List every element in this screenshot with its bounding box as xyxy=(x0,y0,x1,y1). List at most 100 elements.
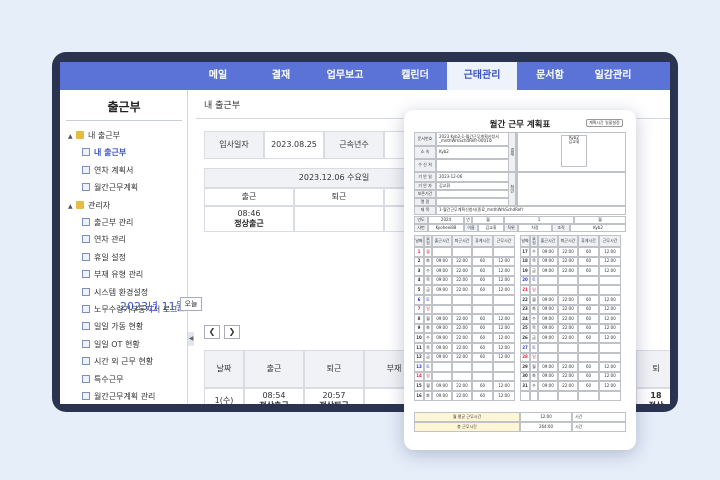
doc-rest[interactable]: 60 xyxy=(578,314,599,324)
expand-arrow-icon[interactable]: ▲ xyxy=(68,133,76,140)
doc-rest[interactable]: 60 xyxy=(578,295,599,305)
doc-rest[interactable]: 60 xyxy=(578,266,599,276)
doc-start[interactable]: 09:00 xyxy=(432,333,452,343)
sidebar-item-12[interactable]: 일일 OT 현황 xyxy=(82,339,140,350)
sidebar-collapse-button[interactable]: ◀ xyxy=(188,332,194,346)
doc-rest[interactable]: 60 xyxy=(578,247,599,257)
doc-end[interactable]: 22:00 xyxy=(452,343,472,353)
doc-start[interactable]: 09:00 xyxy=(538,247,558,257)
doc-rest[interactable]: 60 xyxy=(472,275,493,286)
doc-end[interactable]: 22:00 xyxy=(558,266,578,276)
doc-rest[interactable]: 60 xyxy=(472,352,493,363)
doc-rest[interactable]: 60 xyxy=(472,333,493,343)
doc-rest[interactable]: 60 xyxy=(578,371,599,382)
doc-rest[interactable]: 60 xyxy=(578,256,599,267)
doc-start[interactable]: 09:00 xyxy=(432,266,452,276)
doc-rest[interactable]: 60 xyxy=(472,343,493,353)
doc-end[interactable]: 22:00 xyxy=(558,333,578,343)
doc-start[interactable]: 09:00 xyxy=(538,295,558,305)
doc-end[interactable]: 22:00 xyxy=(452,333,472,343)
sidebar-item-14[interactable]: 특수근무 xyxy=(82,374,123,385)
nav-item-5[interactable]: 문서함 xyxy=(517,62,583,90)
doc-end[interactable]: 22:00 xyxy=(452,266,472,276)
doc-start[interactable]: 09:00 xyxy=(538,314,558,324)
today-button[interactable]: 오늘 xyxy=(180,297,202,311)
doc-end[interactable]: 22:00 xyxy=(558,304,578,315)
nav-item-3[interactable]: 캘린더 xyxy=(380,62,450,90)
doc-start[interactable]: 09:00 xyxy=(538,323,558,334)
sidebar-item-2[interactable]: 연차 계획서 xyxy=(82,165,133,176)
doc-rest[interactable]: 60 xyxy=(472,285,493,295)
doc-end[interactable]: 22:00 xyxy=(558,314,578,324)
doc-start[interactable]: 09:00 xyxy=(432,352,452,363)
sidebar-item-4[interactable]: ▲ 관리자 xyxy=(68,200,110,211)
prev-month-button[interactable]: ❮ xyxy=(204,325,220,339)
doc-end[interactable]: 22:00 xyxy=(558,362,578,372)
nav-item-0[interactable]: 메일 xyxy=(183,62,253,90)
doc-day: 24 xyxy=(520,314,530,324)
doc-start[interactable]: 09:00 xyxy=(432,256,452,267)
doc-start[interactable]: 09:00 xyxy=(432,323,452,334)
doc-end[interactable]: 22:00 xyxy=(452,314,472,324)
sidebar-item-8[interactable]: 부재 유형 관리 xyxy=(82,269,143,280)
doc-start[interactable]: 09:00 xyxy=(538,371,558,382)
doc-start[interactable]: 09:00 xyxy=(538,381,558,391)
doc-end[interactable]: 22:00 xyxy=(452,256,472,267)
doc-start[interactable]: 09:00 xyxy=(538,266,558,276)
doc-end[interactable]: 22:00 xyxy=(558,381,578,391)
doc-end[interactable]: 22:00 xyxy=(558,371,578,382)
doc-end[interactable]: 22:00 xyxy=(558,323,578,334)
doc-rest[interactable]: 60 xyxy=(578,381,599,391)
doc-end[interactable]: 22:00 xyxy=(558,256,578,267)
doc-rest[interactable]: 60 xyxy=(578,333,599,343)
doc-start[interactable]: 09:00 xyxy=(538,333,558,343)
sidebar-item-15[interactable]: 월간근무계획 관리 xyxy=(82,391,155,402)
doc-weekday: 수 xyxy=(424,266,432,276)
doc-info-6: 사번 xyxy=(414,224,428,232)
doc-end[interactable]: 22:00 xyxy=(558,247,578,257)
next-month-button[interactable]: ❯ xyxy=(224,325,240,339)
sidebar-item-7[interactable]: 휴일 설정 xyxy=(82,252,126,263)
sidebar-item-11[interactable]: 일일 가동 현황 xyxy=(82,321,143,332)
doc-rest[interactable]: 60 xyxy=(578,304,599,315)
doc-rest[interactable]: 60 xyxy=(578,362,599,372)
nav-item-1[interactable]: 결재 xyxy=(251,62,311,90)
sidebar-item-5[interactable]: 출근부 관리 xyxy=(82,217,133,228)
doc-rest[interactable]: 60 xyxy=(472,391,493,401)
doc-info-9: 김교휘 xyxy=(478,224,504,232)
doc-end[interactable]: 22:00 xyxy=(452,381,472,391)
sidebar-item-3[interactable]: 월간근무계획 xyxy=(82,182,138,193)
doc-rest[interactable]: 60 xyxy=(472,323,493,334)
doc-end[interactable]: 22:00 xyxy=(452,391,472,401)
sidebar-item-1[interactable]: 내 출근부 xyxy=(82,147,126,158)
nav-item-2[interactable]: 업무보고 xyxy=(310,62,380,90)
doc-start[interactable]: 09:00 xyxy=(432,381,452,391)
doc-start[interactable]: 09:00 xyxy=(538,304,558,315)
doc-start[interactable]: 09:00 xyxy=(432,314,452,324)
doc-start[interactable]: 09:00 xyxy=(432,343,452,353)
doc-col-header-1-2: 출근시간 xyxy=(538,235,558,247)
doc-end[interactable]: 22:00 xyxy=(452,352,472,363)
doc-start[interactable]: 09:00 xyxy=(538,256,558,267)
doc-end[interactable]: 22:00 xyxy=(452,285,472,295)
sidebar-item-6[interactable]: 연차 관리 xyxy=(82,234,126,245)
doc-rest[interactable]: 60 xyxy=(578,323,599,334)
sidebar-item-13[interactable]: 시간 외 근무 현황 xyxy=(82,356,153,367)
doc-rest[interactable]: 60 xyxy=(472,266,493,276)
bulk-set-button[interactable]: 계획시간 일괄설정 xyxy=(586,119,623,127)
doc-start[interactable]: 09:00 xyxy=(432,285,452,295)
doc-end[interactable]: 22:00 xyxy=(558,295,578,305)
doc-end[interactable]: 22:00 xyxy=(452,323,472,334)
doc-start[interactable]: 09:00 xyxy=(432,391,452,401)
expand-arrow-icon[interactable]: ▲ xyxy=(68,203,76,210)
sidebar-item-0[interactable]: ▲ 내 출근부 xyxy=(68,130,120,141)
doc-end[interactable]: 22:00 xyxy=(452,275,472,286)
sidebar-item-9[interactable]: 시스템 환경설정 xyxy=(82,287,148,298)
doc-rest[interactable]: 60 xyxy=(472,314,493,324)
nav-item-4[interactable]: 근태관리 xyxy=(447,62,517,90)
nav-item-6[interactable]: 일감관리 xyxy=(583,62,643,90)
doc-rest[interactable]: 60 xyxy=(472,381,493,391)
doc-rest[interactable]: 60 xyxy=(472,256,493,267)
doc-start[interactable]: 09:00 xyxy=(432,275,452,286)
doc-start[interactable]: 09:00 xyxy=(538,362,558,372)
